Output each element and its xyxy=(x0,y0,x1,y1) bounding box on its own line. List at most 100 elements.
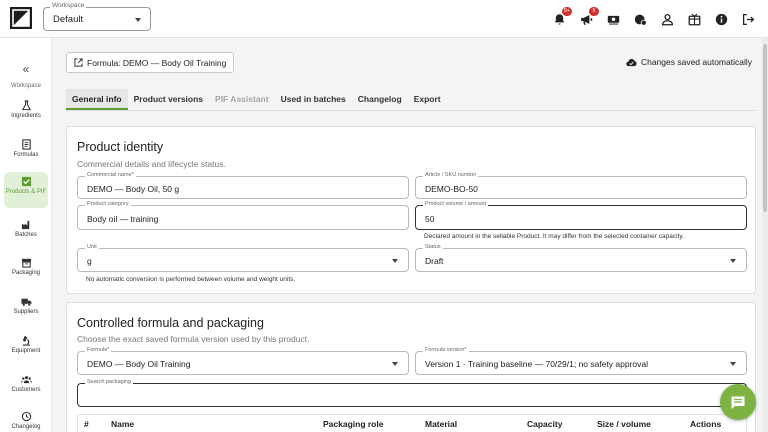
notifications-button[interactable]: 9+ xyxy=(551,7,572,27)
field-value: g xyxy=(87,256,92,266)
chevron-down-icon xyxy=(730,362,736,366)
sidebar-item-packaging[interactable]: Packaging xyxy=(4,253,48,289)
field-label: Formula* xyxy=(85,347,112,354)
collapse-sidebar-icon[interactable]: « xyxy=(23,62,30,76)
profile-button[interactable] xyxy=(659,11,675,27)
field-label: Unit xyxy=(85,244,99,251)
chevron-down-icon xyxy=(135,18,141,22)
tab-product-versions[interactable]: Product versions xyxy=(128,89,209,110)
save-status-text: Changes saved automatically xyxy=(640,57,752,67)
compliance-button[interactable] xyxy=(632,11,648,27)
factory-icon xyxy=(21,220,29,230)
sidebar-item-label: Batches xyxy=(15,232,37,238)
checkbox-icon xyxy=(21,176,31,187)
document-icon xyxy=(21,139,31,150)
cloud-check-icon xyxy=(626,58,637,66)
logout-button[interactable] xyxy=(740,11,756,27)
user-icon xyxy=(661,13,673,25)
table-header-actions: Actions xyxy=(690,419,722,429)
field-value: Draft xyxy=(425,256,444,266)
sidebar-item-equipment[interactable]: Equipment xyxy=(4,331,48,367)
calendar-gift-icon xyxy=(688,13,700,25)
product-identity-subtitle: Commercial details and lifecycle status. xyxy=(77,159,226,169)
people-icon xyxy=(20,376,32,384)
formula-packaging-title: Controlled formula and packaging xyxy=(77,316,264,330)
sidebar-item-batches[interactable]: Batches xyxy=(4,215,48,251)
sidebar-item-changelog[interactable]: Changelog xyxy=(4,407,48,432)
tab-pif-assistant: PIF Assistant xyxy=(215,94,269,104)
globe-check-icon xyxy=(634,14,647,26)
tab-general-info[interactable]: General info xyxy=(66,89,128,110)
status-select[interactable]: Status Draft xyxy=(415,244,747,272)
formula-select[interactable]: Formula* DEMO — Body Oil Training xyxy=(77,347,409,375)
volume-helper-text: Declared amount in the sellable Product.… xyxy=(424,233,684,240)
sidebar-item-label: Products & PIF xyxy=(5,189,47,195)
logout-icon xyxy=(742,13,754,25)
product-volume-field[interactable]: Product volume / amount 50 xyxy=(415,201,747,230)
page-scrollbar[interactable] xyxy=(762,38,768,432)
sidebar-item-label: Formulas xyxy=(13,152,39,158)
field-value: Version 1 · Training baseline — 70/29/1;… xyxy=(425,359,649,369)
formula-version-select[interactable]: Formula version* Version 1 · Training ba… xyxy=(415,347,747,375)
tab-export[interactable]: Export xyxy=(408,89,447,110)
history-icon xyxy=(21,411,31,422)
save-status: Changes saved automatically xyxy=(626,57,752,67)
app-logo[interactable] xyxy=(10,7,32,29)
product-identity-card: Product identity Commercial details and … xyxy=(66,126,756,294)
sidebar-item-ingredients[interactable]: Ingredients xyxy=(4,96,48,132)
sidebar-item-label: Suppliers xyxy=(13,309,39,315)
top-actions: 9+ 5 xyxy=(551,0,756,38)
truck-icon xyxy=(20,298,32,306)
top-bar: Workspace Default 9+ 5 xyxy=(0,0,768,38)
tab-bar: General info Product versions PIF Assist… xyxy=(66,89,447,110)
unit-select[interactable]: Unit g xyxy=(77,244,409,272)
field-value: DEMO — Body Oil Training xyxy=(87,359,191,369)
table-header-material: Material xyxy=(425,419,458,429)
microscope-icon xyxy=(22,335,30,346)
workspace-select[interactable]: Workspace Default xyxy=(43,2,151,31)
sidebar-item-label: Changelog xyxy=(11,424,41,430)
flask-icon xyxy=(21,100,31,111)
product-category-field[interactable]: Product category Body oil — training xyxy=(77,201,409,230)
field-label: Search packaging xyxy=(85,379,134,386)
main-content: Formula: DEMO — Body Oil Training Change… xyxy=(52,38,762,432)
tab-used-in-batches[interactable]: Used in batches xyxy=(275,89,352,110)
field-label: Commercial name* xyxy=(85,172,136,179)
chat-button[interactable] xyxy=(720,384,756,420)
field-label: Status xyxy=(423,244,443,251)
sidebar-item-formulas[interactable]: Formulas xyxy=(4,135,48,171)
commercial-name-field[interactable]: Commercial name* DEMO — Body Oil, 50 g xyxy=(77,172,409,199)
announcements-badge: 5 xyxy=(589,7,599,16)
formula-packaging-card: Controlled formula and packaging Choose … xyxy=(66,302,756,432)
sidebar-item-customers[interactable]: Customers xyxy=(4,370,48,406)
formula-packaging-subtitle: Choose the exact saved formula version u… xyxy=(77,334,310,344)
sidebar-item-label: Customers xyxy=(11,387,41,393)
sku-field[interactable]: Article / SKU number DEMO-BO-50 xyxy=(415,172,747,199)
field-label: Article / SKU number xyxy=(423,172,479,179)
field-label: Product volume / amount xyxy=(423,201,489,208)
sidebar: « Workspace Ingredients Formulas Product… xyxy=(0,38,52,432)
field-value: DEMO-BO-50 xyxy=(425,184,478,194)
field-value: 50 xyxy=(425,214,435,224)
external-link-icon xyxy=(74,58,83,67)
field-label: Product category xyxy=(85,201,131,208)
search-packaging-input[interactable]: Search packaging xyxy=(77,379,747,407)
table-header-packaging-role: Packaging role xyxy=(323,419,384,429)
workspace-select-value: Default xyxy=(53,14,84,25)
tab-changelog[interactable]: Changelog xyxy=(352,89,408,110)
field-value: DEMO — Body Oil, 50 g xyxy=(87,184,180,194)
formula-link-chip[interactable]: Formula: DEMO — Body Oil Training xyxy=(66,52,235,73)
sidebar-heading: Workspace xyxy=(11,83,41,89)
calendar-button[interactable] xyxy=(686,11,702,27)
chevron-down-icon xyxy=(730,259,736,263)
sidebar-item-suppliers[interactable]: Suppliers xyxy=(4,292,48,328)
scrollbar-thumb[interactable] xyxy=(763,44,767,212)
billing-button[interactable] xyxy=(605,11,621,27)
info-icon xyxy=(715,13,727,25)
table-header-name: Name xyxy=(111,419,135,429)
announcements-button[interactable]: 5 xyxy=(578,7,599,27)
table-header-index: # xyxy=(84,419,89,429)
info-button[interactable] xyxy=(713,11,729,27)
logo-mark-icon xyxy=(12,9,30,27)
sidebar-item-products-pif[interactable]: Products & PIF xyxy=(4,172,48,208)
